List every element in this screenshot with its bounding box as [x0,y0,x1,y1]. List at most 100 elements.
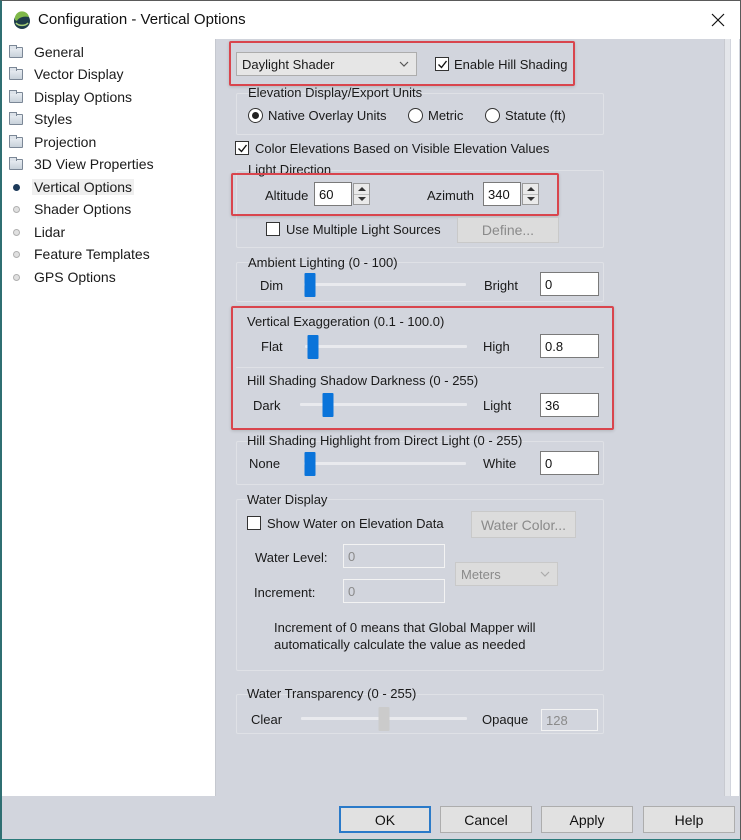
shader-select-value: Daylight Shader [242,56,335,72]
close-icon [711,13,725,27]
sidebar-item-label: Shader Options [34,201,132,217]
sidebar-item-shader-options[interactable]: Shader Options [8,198,131,220]
transparency-max-label: Opaque [482,712,529,727]
show-water-checkbox[interactable] [247,516,261,530]
sidebar-item-label: Vector Display [34,66,124,82]
enable-hill-shading-checkbox[interactable] [435,57,449,71]
color-elevations-label: Color Elevations Based on Visible Elevat… [255,141,550,156]
sidebar-item-vector-display[interactable]: Vector Display [8,63,123,85]
spin-down-icon [358,197,366,201]
sidebar-item-3d-view-properties[interactable]: 3D View Properties [8,153,154,175]
shadow-min-label: Dark [253,398,281,413]
increment-input[interactable] [343,579,445,603]
exaggeration-max-label: High [483,339,510,354]
sidebar-item-display-options[interactable]: Display Options [8,86,132,108]
water-transparency-input[interactable] [541,709,598,731]
radio-metric[interactable] [408,108,423,123]
folder-icon [9,89,23,103]
sidebar-item-label: GPS Options [34,269,116,285]
water-display-label: Water Display [247,492,328,507]
sidebar-item-lidar[interactable]: Lidar [8,221,65,243]
vertical-exaggeration-slider[interactable] [305,334,467,360]
water-level-label: Water Level: [255,550,328,565]
shadow-darkness-slider[interactable] [300,392,467,418]
slider-thumb[interactable] [378,707,390,731]
water-transparency-slider[interactable] [301,706,467,732]
options-tree: General Vector Display Display Options S… [2,39,216,796]
sidebar-item-general[interactable]: General [8,41,84,63]
multiple-light-sources-checkbox[interactable] [266,222,280,236]
ambient-lighting-slider[interactable] [304,272,466,298]
slider-thumb[interactable] [304,273,316,297]
folder-icon [9,156,23,170]
shader-select[interactable]: Daylight Shader [236,52,417,76]
vertical-exaggeration-input[interactable] [540,334,599,358]
panel-scrollbar[interactable] [724,39,730,796]
bullet-light-icon [12,228,20,236]
cancel-button[interactable]: Cancel [440,806,532,833]
sidebar-item-label: General [34,44,84,60]
folder-icon [9,66,23,80]
exaggeration-min-label: Flat [261,339,283,354]
sidebar-item-label: Lidar [34,224,66,240]
apply-button[interactable]: Apply [541,806,633,833]
slider-thumb[interactable] [304,452,316,476]
water-units-select[interactable]: Meters [455,562,558,586]
ok-button[interactable]: OK [339,806,431,833]
globe-swirl-icon [12,10,32,30]
window-title: Configuration - Vertical Options [38,11,246,28]
panel-edge [731,39,739,796]
ambient-min-label: Dim [260,278,284,293]
slider-thumb[interactable] [322,393,334,417]
sidebar-item-label: Projection [34,134,97,150]
shadow-max-label: Light [483,398,512,413]
sidebar-item-label: 3D View Properties [34,156,154,172]
spin-up-icon [358,187,366,191]
show-water-label: Show Water on Elevation Data [267,516,444,531]
help-button[interactable]: Help [643,806,735,833]
increment-label: Increment: [254,585,316,600]
configuration-dialog: Configuration - Vertical Options General… [0,0,741,840]
ambient-lighting-input[interactable] [540,272,599,296]
bullet-light-icon [12,273,20,281]
sidebar-item-styles[interactable]: Styles [8,108,72,130]
folder-icon [9,44,23,58]
sidebar-item-vertical-options[interactable]: Vertical Options [8,176,135,198]
azimuth-spinner[interactable] [522,183,539,205]
highlight-min-label: None [249,456,281,471]
altitude-spinner[interactable] [353,183,370,205]
azimuth-label: Azimuth [427,188,474,203]
shadow-darkness-input[interactable] [540,393,599,417]
sidebar-item-gps-options[interactable]: GPS Options [8,266,116,288]
chevron-down-icon [540,571,550,577]
sidebar-item-feature-templates[interactable]: Feature Templates [8,243,150,265]
radio-native-overlay-units[interactable] [248,108,263,123]
azimuth-input[interactable] [483,182,521,206]
slider-thumb[interactable] [307,335,318,359]
close-button[interactable] [704,7,732,33]
vertical-exaggeration-label: Vertical Exaggeration (0.1 - 100.0) [247,314,445,329]
divider [236,367,604,368]
altitude-input[interactable] [314,182,352,206]
checkmark-icon [438,60,448,69]
radio-metric-label: Metric [428,108,464,123]
water-transparency-label: Water Transparency (0 - 255) [247,686,417,701]
spin-down-icon [527,197,535,201]
water-units-value: Meters [461,566,501,582]
sidebar-item-projection[interactable]: Projection [8,131,96,153]
ambient-max-label: Bright [484,278,518,293]
sidebar-item-label: Feature Templates [34,246,150,262]
define-button[interactable]: Define... [457,217,559,243]
bullet-light-icon [12,205,20,213]
slider-track [305,345,467,348]
sidebar-item-label: Vertical Options [32,179,135,195]
slider-track [304,462,466,465]
color-elevations-checkbox[interactable] [235,141,249,155]
highlight-slider[interactable] [304,451,466,477]
radio-statute[interactable] [485,108,500,123]
water-color-button[interactable]: Water Color... [471,511,576,538]
multiple-light-sources-label: Use Multiple Light Sources [286,222,441,237]
water-level-input[interactable] [343,544,445,568]
checkmark-icon [238,144,248,153]
highlight-input[interactable] [540,451,599,475]
